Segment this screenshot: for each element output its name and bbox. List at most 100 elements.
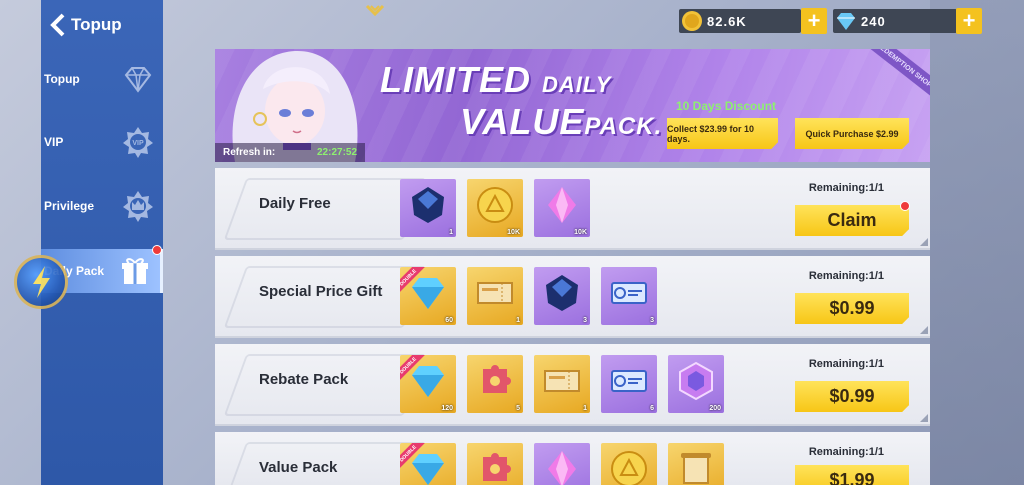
pack-items: 1 10K 10K	[400, 179, 590, 237]
item-puzzle[interactable]	[467, 443, 523, 485]
corner-mark	[920, 414, 928, 422]
item-pink-crystal[interactable]	[534, 443, 590, 485]
item-quantity: 10K	[507, 229, 520, 236]
gift-icon	[122, 258, 148, 284]
discount-label: 10 Days Discount	[676, 99, 777, 113]
buy-button[interactable]: $0.99	[795, 381, 909, 412]
gold-coin-icon	[682, 11, 702, 31]
pink-crystal-icon	[548, 187, 576, 223]
item-quantity: 1	[449, 229, 453, 236]
item-quantity: 5	[516, 405, 520, 412]
remaining-count: Remaining:1/1	[808, 270, 884, 282]
puzzle-icon	[483, 453, 511, 481]
back-button[interactable]: Topup	[41, 0, 163, 50]
notification-dot	[152, 245, 162, 255]
scroll-icon	[681, 453, 711, 484]
pack-name: Daily Free	[259, 195, 331, 212]
pack-row-daily-free: Daily Free 1 10K 10K Remaining:1/1 Claim	[215, 168, 930, 250]
collect-button[interactable]: Collect $23.99 for 10 days.	[667, 118, 778, 149]
item-hex-gem[interactable]: 200	[668, 355, 724, 413]
lightning-icon	[33, 266, 50, 298]
pack-items: DOUBLE	[400, 443, 724, 485]
limited-daily-value-pack-banner: Refresh in: 22:27:52 LIMITED DAILY VALUE…	[215, 49, 930, 162]
pack-name: Special Price Gift	[259, 283, 383, 300]
item-quantity: 10K	[574, 229, 587, 236]
refresh-label: Refresh in:	[223, 147, 276, 158]
item-diamond[interactable]: DOUBLE 60	[400, 267, 456, 325]
item-pink-crystal[interactable]: 10K	[534, 179, 590, 237]
sidebar-item-label: Privilege	[44, 199, 95, 213]
item-quantity: 3	[583, 317, 587, 324]
diamond-icon	[412, 278, 444, 309]
item-gold-coin[interactable]	[601, 443, 657, 485]
item-quantity: 3	[650, 317, 654, 324]
pink-crystal-icon	[548, 451, 576, 485]
sidebar-item-topup[interactable]: Topup	[41, 57, 163, 101]
blue-ticket-icon	[611, 282, 647, 304]
item-diamond[interactable]: DOUBLE	[400, 443, 456, 485]
gold-coin-icon	[477, 187, 513, 223]
buy-button[interactable]: $1.99	[795, 465, 909, 485]
item-quantity: 1	[583, 405, 587, 412]
hex-gem-icon	[679, 361, 713, 401]
pack-items: DOUBLE 120 5 1 6 200	[400, 355, 724, 413]
notification-dot	[900, 201, 910, 211]
sidebar-item-privilege[interactable]: Privilege	[41, 184, 163, 228]
background-panel	[930, 0, 1024, 485]
pack-row-special-price-gift: Special Price Gift DOUBLE 60 1 3 3 Remai…	[215, 256, 930, 338]
banner-title-value: VALUE	[460, 101, 585, 142]
remaining-count: Remaining:1/1	[808, 182, 884, 194]
diamond-icon	[124, 67, 152, 93]
add-diamonds-button[interactable]: +	[956, 8, 982, 34]
pack-row-value-pack: Value Pack DOUBLE Remaining:1/1 $1.99	[215, 432, 930, 485]
svg-text:VIP: VIP	[132, 140, 144, 147]
item-dark-crystal[interactable]: 3	[534, 267, 590, 325]
banner-title-line1: LIMITED DAILY	[380, 59, 611, 101]
pack-items: DOUBLE 60 1 3 3	[400, 267, 657, 325]
remaining-count: Remaining:1/1	[808, 358, 884, 370]
ticket-icon	[544, 370, 580, 392]
item-dark-crystal[interactable]: 1	[400, 179, 456, 237]
sidebar-item-label: Topup	[44, 72, 80, 86]
item-blue-ticket[interactable]: 3	[601, 267, 657, 325]
floating-assistant-button[interactable]	[14, 255, 68, 309]
refresh-timer: 22:27:52	[317, 147, 358, 158]
quick-purchase-button[interactable]: Quick Purchase $2.99	[795, 118, 909, 149]
diamond-icon	[837, 13, 855, 30]
buy-button[interactable]: $0.99	[795, 293, 909, 324]
sidebar-title: Topup	[71, 15, 122, 34]
chevron-down-icon[interactable]	[364, 2, 386, 20]
gold-counter: 82.6K	[679, 9, 801, 33]
item-quantity: 120	[441, 405, 453, 412]
blue-ticket-icon	[611, 370, 647, 392]
item-blue-ticket[interactable]: 6	[601, 355, 657, 413]
add-gold-button[interactable]: +	[801, 8, 827, 34]
item-gold-coin[interactable]: 10K	[467, 179, 523, 237]
diamond-icon	[412, 454, 444, 485]
item-ticket[interactable]: 1	[467, 267, 523, 325]
crown-badge-icon	[123, 191, 153, 222]
item-puzzle[interactable]: 5	[467, 355, 523, 413]
puzzle-icon	[483, 365, 511, 393]
vip-badge-icon: VIP	[123, 127, 153, 158]
sidebar-item-label: VIP	[44, 135, 64, 149]
dark-crystal-icon	[546, 275, 578, 311]
ticket-icon	[477, 282, 513, 304]
sidebar-item-vip[interactable]: VIP VIP	[41, 120, 163, 164]
corner-mark	[920, 238, 928, 246]
claim-button[interactable]: Claim	[795, 205, 909, 236]
sidebar: Topup Topup VIP VIP Privilege Daily Pack	[41, 0, 163, 485]
item-quantity: 200	[709, 405, 721, 412]
item-diamond[interactable]: DOUBLE 120	[400, 355, 456, 413]
pack-row-rebate-pack: Rebate Pack DOUBLE 120 5 1 6 200 Remaini…	[215, 344, 930, 426]
item-ticket[interactable]: 1	[534, 355, 590, 413]
remaining-count: Remaining:1/1	[808, 446, 884, 458]
corner-mark	[920, 326, 928, 334]
banner-title-pack: PACK.	[584, 113, 663, 140]
pack-name: Value Pack	[259, 459, 338, 476]
item-scroll[interactable]	[668, 443, 724, 485]
pack-name: Rebate Pack	[259, 371, 349, 388]
diamond-icon	[412, 366, 444, 397]
banner-title-line2: VALUEPACK.	[460, 101, 662, 143]
gold-amount: 82.6K	[707, 13, 747, 29]
